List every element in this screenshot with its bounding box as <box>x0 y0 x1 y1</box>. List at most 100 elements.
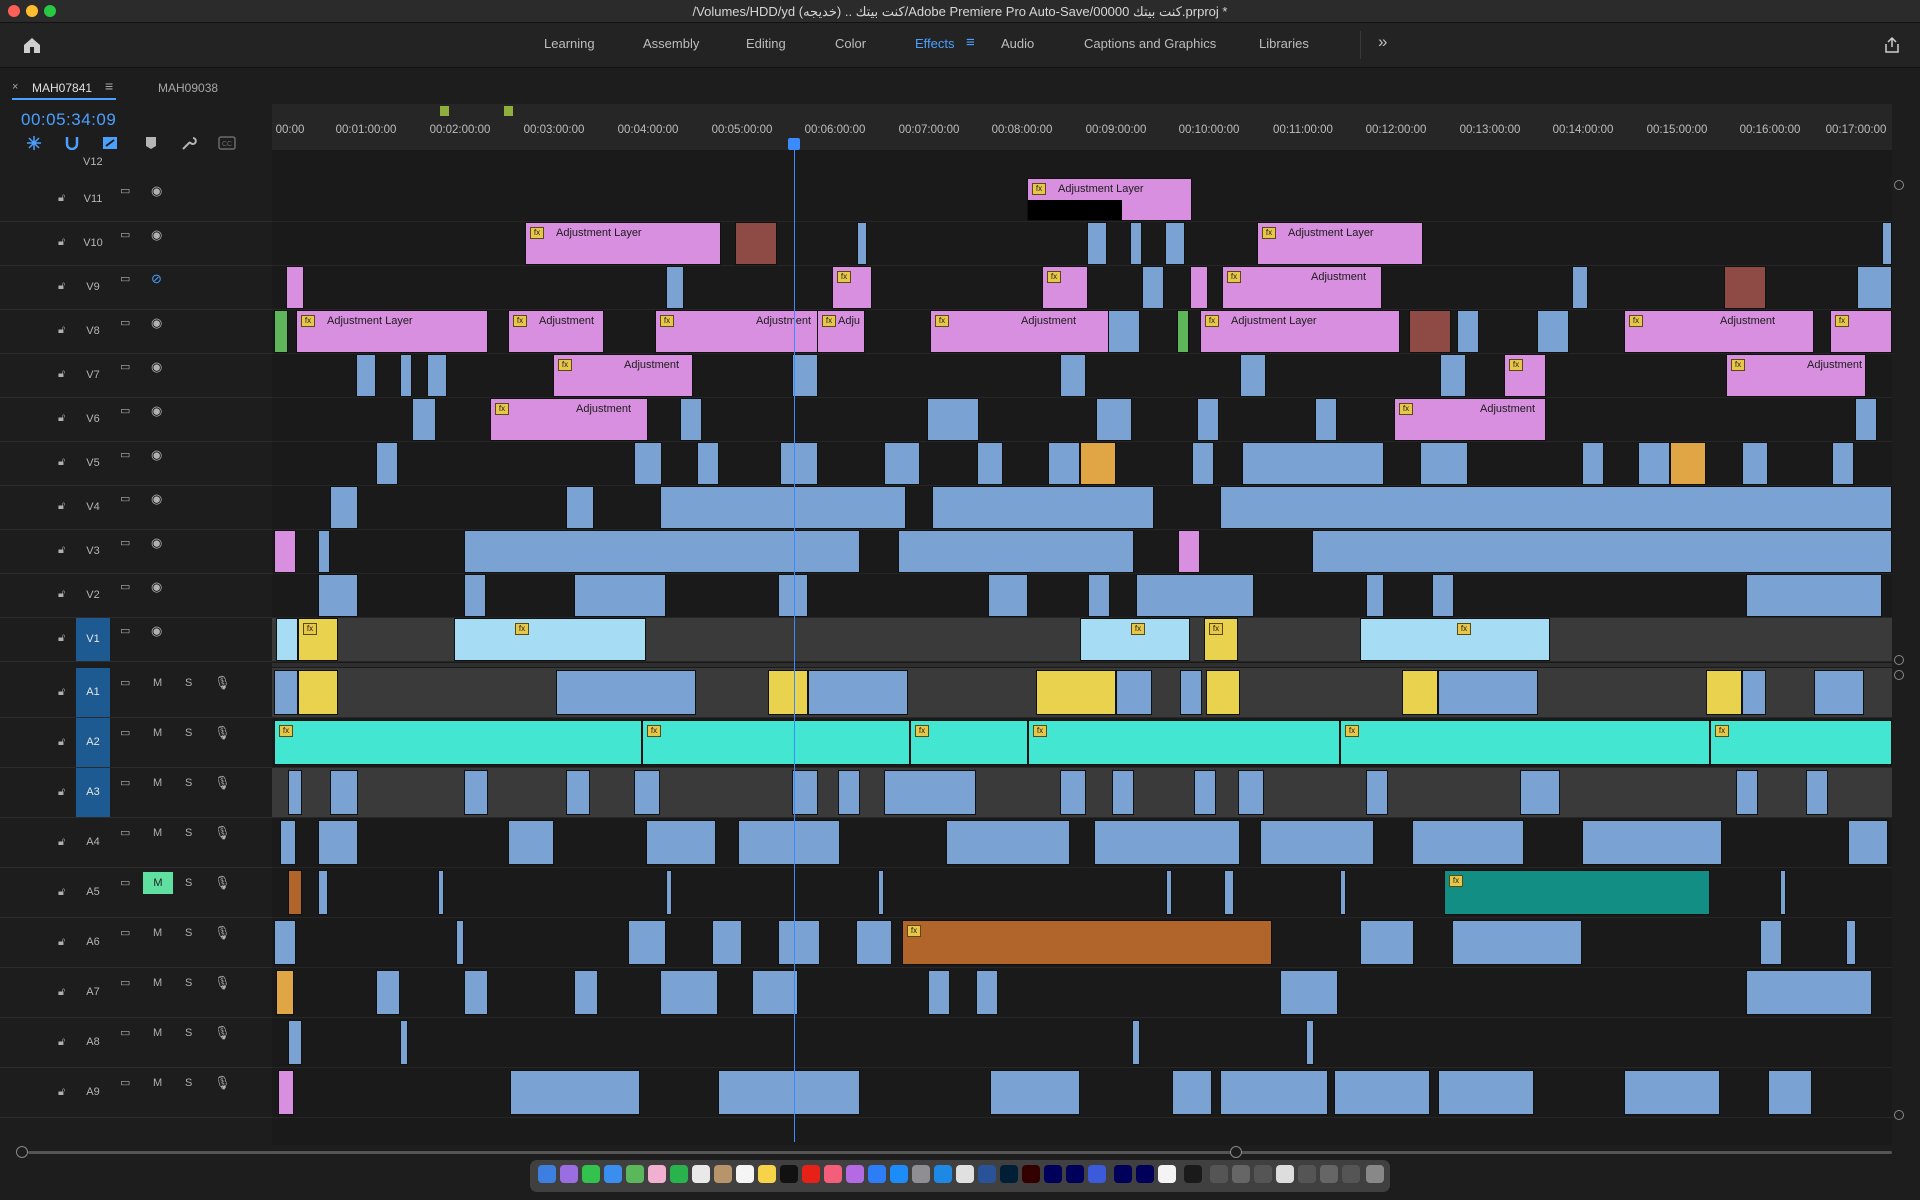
sync-lock-icon[interactable]: ▭ <box>120 976 130 989</box>
adjustment-layer-clip[interactable] <box>1190 266 1208 309</box>
video-clip[interactable] <box>1192 442 1214 485</box>
video-clip[interactable] <box>376 442 398 485</box>
microphone-icon[interactable]: 🎙︎ <box>214 1025 231 1041</box>
audio-clip[interactable] <box>878 870 884 915</box>
microphone-icon[interactable]: 🎙︎ <box>214 825 231 841</box>
ruler-marker[interactable] <box>504 106 513 116</box>
davinci-icon[interactable] <box>1088 1165 1106 1183</box>
lock-icon[interactable]: 🔓︎ <box>58 368 65 381</box>
lock-icon[interactable]: 🔓︎ <box>58 1086 65 1099</box>
audio-clip[interactable] <box>628 920 666 965</box>
window-thumbnail-icon[interactable] <box>1210 1165 1228 1183</box>
video-clip[interactable] <box>1177 310 1189 353</box>
video-clip[interactable] <box>1670 442 1706 485</box>
terminal-icon[interactable] <box>1184 1165 1202 1183</box>
photoshop-icon[interactable] <box>1000 1165 1018 1183</box>
video-clip[interactable] <box>1130 222 1142 265</box>
video-clip[interactable] <box>276 618 298 661</box>
audio-clip[interactable] <box>646 820 716 865</box>
video-clip[interactable] <box>857 222 867 265</box>
audio-clip[interactable] <box>1846 920 1856 965</box>
window-thumbnail-icon[interactable] <box>1232 1165 1250 1183</box>
track-name[interactable]: A4 <box>76 836 110 848</box>
video-clip[interactable] <box>1432 574 1454 617</box>
mute-button[interactable]: M <box>153 827 162 839</box>
audio-clip[interactable] <box>1582 820 1722 865</box>
track-name[interactable]: V7 <box>76 369 110 381</box>
youtube-icon[interactable] <box>802 1165 820 1183</box>
trash-icon[interactable] <box>1366 1165 1384 1183</box>
audio-clip[interactable] <box>464 770 488 815</box>
audio-clip[interactable] <box>288 870 302 915</box>
contacts-icon[interactable] <box>714 1165 732 1183</box>
video-clip[interactable] <box>792 354 818 397</box>
audio-clip[interactable] <box>278 1070 294 1115</box>
video-clip[interactable] <box>574 574 666 617</box>
adjustment-layer-clip[interactable]: fx Adjustment <box>490 398 648 441</box>
track-name[interactable]: V3 <box>76 545 110 557</box>
audio-clip[interactable] <box>1806 770 1828 815</box>
audio-clip[interactable] <box>1334 1070 1430 1115</box>
adjustment-layer-clip[interactable]: fx Adju <box>817 310 865 353</box>
audio-clip[interactable] <box>1166 870 1172 915</box>
solo-button[interactable]: S <box>185 1027 192 1039</box>
video-clip[interactable] <box>427 354 447 397</box>
video-clip[interactable]: fx <box>1204 618 1238 661</box>
after-effects-icon[interactable] <box>1136 1165 1154 1183</box>
sync-lock-icon[interactable]: ▭ <box>120 316 130 329</box>
track-name[interactable]: A6 <box>76 936 110 948</box>
lock-icon[interactable]: 🔓︎ <box>58 786 65 799</box>
audio-clip[interactable] <box>318 870 328 915</box>
audio-clip[interactable] <box>566 770 590 815</box>
audio-clip[interactable] <box>298 670 338 715</box>
audio-clip[interactable]: fx <box>1028 720 1340 765</box>
audio-clip[interactable] <box>400 1020 408 1065</box>
audio-clip[interactable] <box>666 870 672 915</box>
audio-clip[interactable] <box>1412 820 1524 865</box>
audio-clip[interactable] <box>274 670 298 715</box>
video-clip[interactable] <box>778 574 808 617</box>
video-clip[interactable] <box>932 486 1154 529</box>
lock-icon[interactable]: 🔓︎ <box>58 1036 65 1049</box>
audio-clip[interactable]: fx <box>274 720 642 765</box>
video-clip[interactable] <box>464 574 486 617</box>
audio-clip[interactable] <box>712 920 742 965</box>
audio-clip[interactable] <box>276 970 294 1015</box>
audio-clip[interactable] <box>280 820 296 865</box>
zoom-handle-left-icon[interactable] <box>16 1146 28 1158</box>
sync-lock-icon[interactable]: ▭ <box>120 776 130 789</box>
audio-clip[interactable] <box>1180 670 1202 715</box>
audio-clip[interactable] <box>456 920 464 965</box>
video-audio-divider[interactable] <box>272 663 1892 667</box>
lock-icon[interactable]: 🔓︎ <box>58 412 65 425</box>
lock-icon[interactable]: 🔓︎ <box>58 986 65 999</box>
audio-clip[interactable] <box>574 970 598 1015</box>
adjustment-layer-clip[interactable]: fx <box>1042 266 1088 309</box>
audio-clip[interactable] <box>1438 670 1538 715</box>
audio-clip[interactable] <box>752 970 798 1015</box>
track-name[interactable]: V10 <box>76 237 110 249</box>
video-clip[interactable] <box>977 442 1003 485</box>
video-clip[interactable] <box>1312 530 1892 573</box>
close-tab-icon[interactable]: × <box>12 81 18 93</box>
adjustment-layer-clip[interactable]: fx Adjustment <box>1222 266 1382 309</box>
audio-clip[interactable] <box>1746 970 1872 1015</box>
launchpad-icon[interactable] <box>560 1165 578 1183</box>
scroll-handle-top-icon[interactable] <box>1894 670 1904 680</box>
video-clip[interactable] <box>412 398 436 441</box>
audio-clip[interactable] <box>634 770 660 815</box>
illustrator-icon[interactable] <box>1022 1165 1040 1183</box>
sync-lock-icon[interactable]: ▭ <box>120 1026 130 1039</box>
video-clip[interactable] <box>1087 222 1107 265</box>
playhead-line[interactable] <box>794 142 795 1142</box>
video-clip[interactable]: fx <box>1080 618 1190 661</box>
audio-clip[interactable] <box>946 820 1070 865</box>
audio-clip[interactable] <box>1060 770 1086 815</box>
video-clip[interactable] <box>1242 442 1384 485</box>
eye-hidden-icon[interactable]: ⊘ <box>151 271 162 287</box>
textedit-icon[interactable] <box>1158 1165 1176 1183</box>
eye-icon[interactable]: ◉ <box>151 491 162 507</box>
scroll-handle-bottom-icon[interactable] <box>1894 1110 1904 1120</box>
video-clip[interactable] <box>1142 266 1164 309</box>
track-name[interactable]: A5 <box>76 886 110 898</box>
